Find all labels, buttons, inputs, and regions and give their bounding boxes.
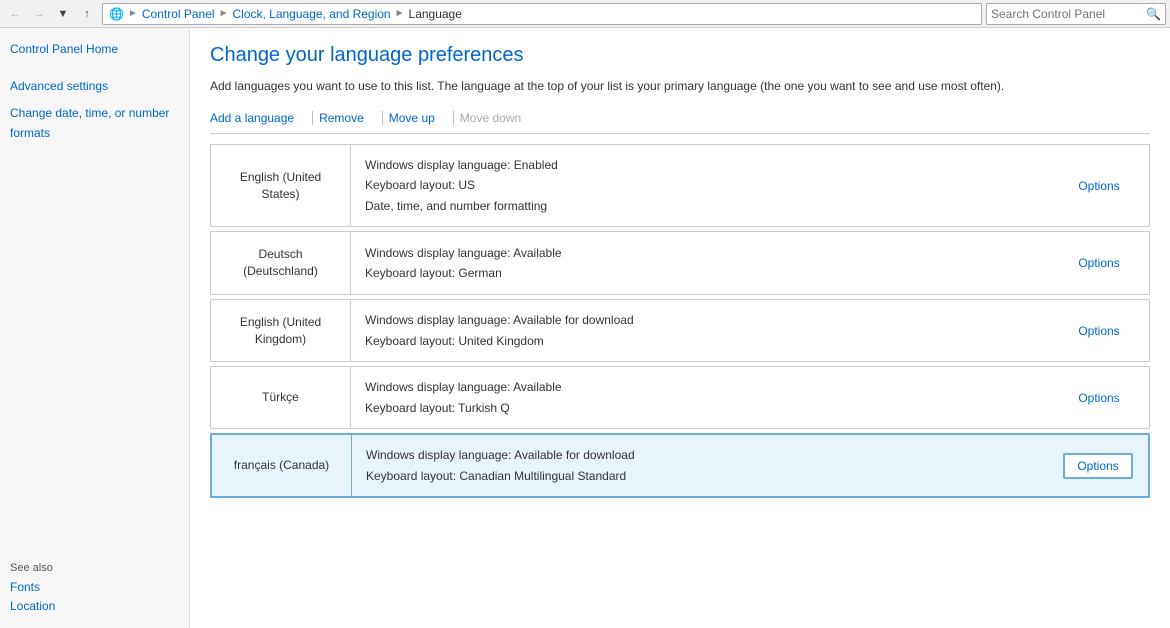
lang-details-deutsch: Windows display language: Available Keyb… [351, 232, 1049, 294]
see-also-label: See also [10, 562, 179, 574]
lang-details-francais-canada: Windows display language: Available for … [352, 435, 1048, 496]
sidebar-home-link[interactable]: Control Panel Home [10, 40, 179, 59]
lang-options-francais-canada: Options [1048, 435, 1148, 496]
search-input[interactable] [991, 7, 1146, 21]
search-icon[interactable]: 🔍 [1146, 7, 1161, 21]
options-link-english-us[interactable]: Options [1078, 179, 1119, 193]
language-item-english-uk[interactable]: English (UnitedKingdom) Windows display … [210, 299, 1150, 363]
toolbar-sep-3 [453, 111, 454, 125]
lang-options-english-uk: Options [1049, 300, 1149, 362]
nav-buttons: ← → ▼ ↑ [4, 3, 98, 25]
lang-name-deutsch: Deutsch(Deutschland) [211, 232, 351, 294]
lang-options-deutsch: Options [1049, 232, 1149, 294]
language-item-turkce[interactable]: Türkçe Windows display language: Availab… [210, 366, 1150, 429]
add-language-button[interactable]: Add a language [210, 109, 302, 127]
lang-details-turkce: Windows display language: Available Keyb… [351, 367, 1049, 428]
sidebar-location-link[interactable]: Location [10, 599, 55, 613]
back-button[interactable]: ← [4, 3, 26, 25]
globe-icon: 🌐 [109, 7, 124, 21]
lang-name-francais-canada: français (Canada) [212, 435, 352, 496]
sidebar: Control Panel Home Advanced settings Cha… [0, 28, 190, 628]
remove-button[interactable]: Remove [319, 109, 372, 127]
address-bar: ← → ▼ ↑ 🌐 ► Control Panel ► Clock, Langu… [0, 0, 1170, 28]
sidebar-date-time-formats[interactable]: Change date, time, or number formats [10, 104, 179, 142]
breadcrumb-control-panel[interactable]: Control Panel [142, 7, 215, 21]
sep3: ► [395, 8, 405, 19]
lang-options-english-us: Options [1049, 145, 1149, 226]
up-button[interactable]: ↑ [76, 3, 98, 25]
language-item-francais-canada[interactable]: français (Canada) Windows display langua… [210, 433, 1150, 498]
language-item-deutsch[interactable]: Deutsch(Deutschland) Windows display lan… [210, 231, 1150, 295]
options-link-turkce[interactable]: Options [1078, 391, 1119, 405]
lang-name-turkce: Türkçe [211, 367, 351, 428]
toolbar-sep-2 [382, 111, 383, 125]
move-up-button[interactable]: Move up [389, 109, 443, 127]
toolbar-sep-1 [312, 111, 313, 125]
options-button-francais-canada[interactable]: Options [1063, 453, 1132, 479]
lang-details-english-uk: Windows display language: Available for … [351, 300, 1049, 362]
forward-button[interactable]: → [28, 3, 50, 25]
options-link-deutsch[interactable]: Options [1078, 256, 1119, 270]
page-description: Add languages you want to use to this li… [210, 77, 1150, 95]
language-list: English (UnitedStates) Windows display l… [210, 144, 1150, 502]
main-container: Control Panel Home Advanced settings Cha… [0, 28, 1170, 628]
sep2: ► [219, 8, 229, 19]
search-bar: 🔍 [986, 3, 1166, 25]
move-down-button[interactable]: Move down [460, 109, 529, 127]
sidebar-advanced-settings[interactable]: Advanced settings [10, 77, 179, 96]
language-item-english-us[interactable]: English (UnitedStates) Windows display l… [210, 144, 1150, 227]
toolbar: Add a language Remove Move up Move down [210, 109, 1150, 134]
breadcrumb-clock-region[interactable]: Clock, Language, and Region [232, 7, 390, 21]
page-title: Change your language preferences [210, 44, 1150, 67]
content-area: Change your language preferences Add lan… [190, 28, 1170, 628]
lang-details-english-us: Windows display language: Enabled Keyboa… [351, 145, 1049, 226]
options-link-english-uk[interactable]: Options [1078, 324, 1119, 338]
sep1: ► [128, 8, 138, 19]
breadcrumb: 🌐 ► Control Panel ► Clock, Language, and… [102, 3, 982, 25]
dropdown-button[interactable]: ▼ [52, 3, 74, 25]
sidebar-fonts-link[interactable]: Fonts [10, 580, 40, 594]
lang-name-english-uk: English (UnitedKingdom) [211, 300, 351, 362]
lang-name-english-us: English (UnitedStates) [211, 145, 351, 226]
breadcrumb-language: Language [409, 7, 462, 21]
lang-options-turkce: Options [1049, 367, 1149, 428]
